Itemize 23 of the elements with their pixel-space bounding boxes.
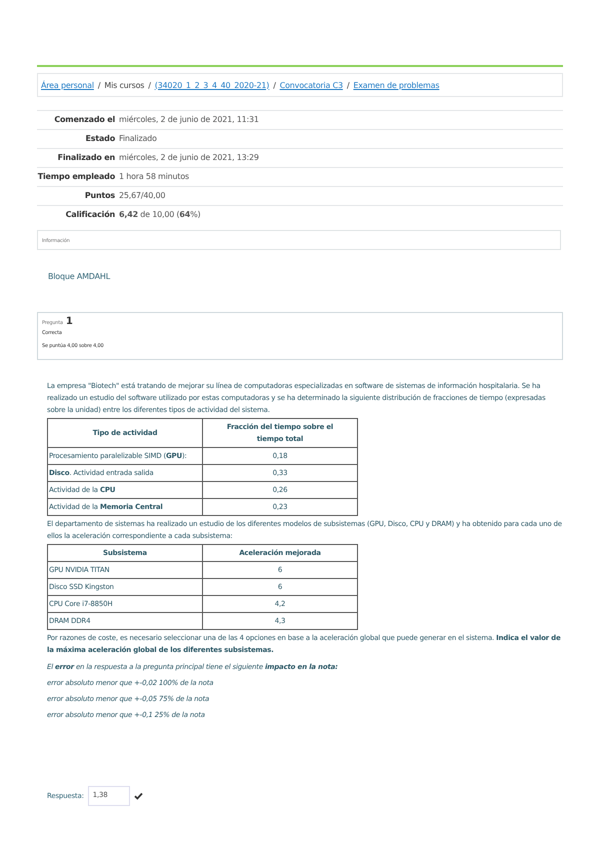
summary-value: Finalizado	[119, 130, 563, 148]
summary-value: 6,42 de 10,00 (64%)	[119, 206, 563, 224]
summary-label: Finalizado en	[37, 148, 119, 168]
breadcrumb-text: Mis cursos	[104, 80, 144, 90]
breadcrumb-separator: /	[148, 80, 151, 90]
summary-label: Calificación	[37, 206, 119, 224]
breadcrumb-link[interactable]: (34020_1_2_3_4_40_2020-21)	[154, 80, 270, 90]
summary-value: miércoles, 2 de junio de 2021, 13:29	[119, 148, 563, 168]
breadcrumb-separator: /	[273, 80, 276, 90]
summary-value: miércoles, 2 de junio de 2021, 11:31	[119, 110, 563, 130]
summary-label: Estado	[37, 130, 119, 148]
summary-label: Comenzado el	[37, 110, 119, 130]
summary-value: 25,67/40,00	[119, 186, 563, 206]
breadcrumb-separator: /	[346, 80, 350, 90]
breadcrumb-link[interactable]: Examen de problemas	[353, 80, 440, 90]
summary-label: Puntos	[37, 186, 119, 206]
question-number: 1	[66, 316, 73, 327]
breadcrumb-link[interactable]: Área personal	[41, 80, 94, 90]
section-heading: Bloque AMDAHL	[48, 272, 110, 281]
summary-label: Tiempo empleado	[37, 168, 119, 186]
summary-value: 1 hora 58 minutos	[119, 168, 563, 186]
breadcrumb-separator: /	[98, 80, 100, 90]
breadcrumb-link[interactable]: Convocatoria C3	[280, 80, 343, 90]
